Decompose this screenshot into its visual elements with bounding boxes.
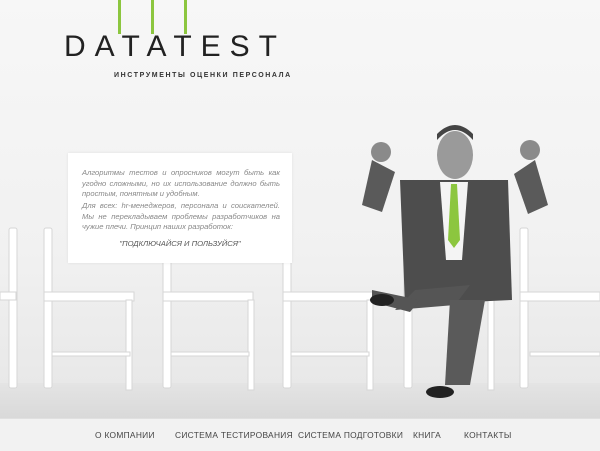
nav-item-training-system[interactable]: СИСТЕМА ПОДГОТОВКИ — [298, 430, 403, 440]
brand-logo[interactable]: DATATEST ИНСТРУМЕНТЫ ОЦЕНКИ ПЕРСОНАЛА — [64, 0, 304, 90]
intro-card: Алгоритмы тестов и опросников могут быть… — [68, 153, 292, 263]
intro-paragraph-1: Алгоритмы тестов и опросников могут быть… — [82, 168, 280, 198]
nav-item-about[interactable]: О КОМПАНИИ — [95, 430, 155, 440]
logo-accent-bar — [184, 0, 187, 34]
intro-paragraph-2: Для всех: hr-менеджеров, персонала и сои… — [82, 201, 280, 231]
nav-item-testing-system[interactable]: СИСТЕМА ТЕСТИРОВАНИЯ — [175, 430, 293, 440]
hero-banner: DATATEST ИНСТРУМЕНТЫ ОЦЕНКИ ПЕРСОНАЛА Ал… — [0, 0, 600, 418]
logo-accent-bar — [118, 0, 121, 34]
intro-slogan: "ПОДКЛЮЧАЙСЯ И ПОЛЬЗУЙСЯ" — [119, 239, 241, 248]
logo-tagline: ИНСТРУМЕНТЫ ОЦЕНКИ ПЕРСОНАЛА — [114, 72, 292, 79]
logo-wordmark: DATATEST — [64, 30, 286, 63]
nav-item-contacts[interactable]: КОНТАКТЫ — [464, 430, 512, 440]
logo-accent-bar — [151, 0, 154, 34]
nav-item-book[interactable]: КНИГА — [413, 430, 441, 440]
main-nav: О КОМПАНИИ СИСТЕМА ТЕСТИРОВАНИЯ СИСТЕМА … — [0, 418, 600, 451]
